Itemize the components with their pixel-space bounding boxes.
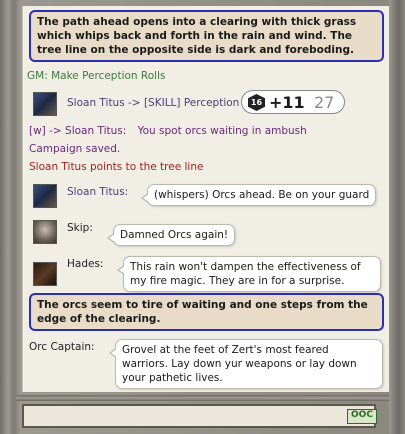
skip-portrait-avatar[interactable] <box>33 220 57 244</box>
dice-roll-result[interactable]: 16 +11 27 <box>241 90 345 114</box>
sloan-portrait-avatar[interactable] <box>33 92 57 116</box>
message-bubble: Damned Orcs again! <box>106 224 236 246</box>
story-text: The orcs seem to tire of waiting and one… <box>37 299 368 325</box>
chat-input[interactable] <box>22 404 376 428</box>
speaker-name: Orc Captain: <box>29 341 95 353</box>
roll-label: Sloan Titus -> [SKILL] Perception <box>67 97 240 109</box>
speaker-name: Sloan Titus: <box>67 186 129 198</box>
system-message: Campaign saved. <box>29 143 121 155</box>
speaker-name: Hades: <box>67 258 104 270</box>
panel-divider <box>16 395 389 401</box>
hades-portrait-avatar[interactable] <box>33 262 57 286</box>
chat-message-orc-captain: Orc Captain: Grovel at the feet of Zert'… <box>23 337 389 389</box>
message-bubble: This rain won't dampen the effectiveness… <box>117 256 381 292</box>
chat-message-sloan: Sloan Titus: (whispers) Orcs ahead. Be o… <box>23 182 389 212</box>
d20-icon: 16 <box>248 94 265 111</box>
emote-message: Sloan Titus points to the tree line <box>29 161 204 173</box>
message-bubble: (whispers) Orcs ahead. Be on your guard <box>140 184 377 206</box>
speaker-name: Skip: <box>67 222 93 234</box>
chat-log[interactable]: The path ahead opens into a clearing wit… <box>22 6 389 392</box>
story-text: The path ahead opens into a clearing wit… <box>37 16 357 56</box>
ooc-toggle-button[interactable]: OOC <box>347 409 377 424</box>
chat-message-skip: Skip: Damned Orcs again! <box>23 218 389 250</box>
roll-modifier: +11 <box>269 93 305 112</box>
roll-row: Sloan Titus -> [SKILL] Perception 16 +11… <box>23 90 389 118</box>
chat-message-hades: Hades: This rain won't dampen the effect… <box>23 254 389 294</box>
sloan-portrait-avatar[interactable] <box>33 184 57 208</box>
frame-right-edge <box>389 0 405 434</box>
whisper-message: [w] -> Sloan Titus: You spot orcs waitin… <box>29 125 307 137</box>
roll-total: 27 <box>314 93 335 112</box>
story-message: The orcs seem to tire of waiting and one… <box>29 293 384 331</box>
story-message: The path ahead opens into a clearing wit… <box>29 10 384 62</box>
message-bubble: Grovel at the feet of Zert's most feared… <box>109 339 383 389</box>
gm-message: GM: Make Perception Rolls <box>27 70 166 82</box>
